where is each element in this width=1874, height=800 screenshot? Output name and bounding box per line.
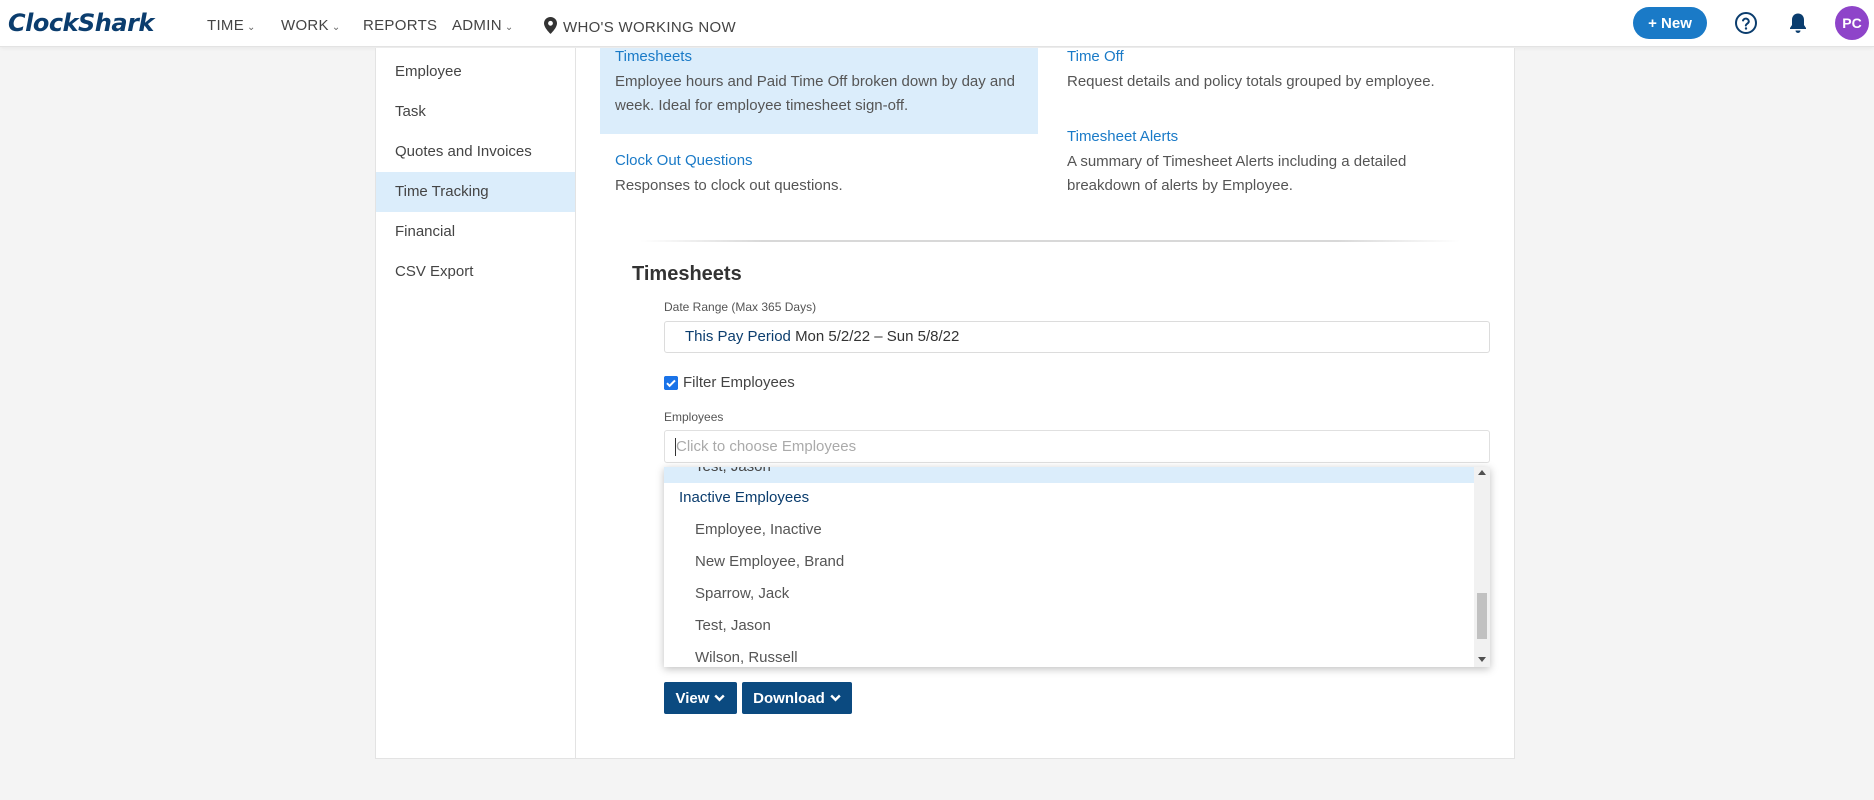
dropdown-group-inactive-employees: Inactive Employees — [679, 489, 810, 506]
report-desc-timesheet-alerts: A summary of Timesheet Alerts including … — [1067, 153, 1407, 194]
sidebar-item-quotes-and-invoices[interactable]: Quotes and Invoices — [376, 132, 575, 172]
nav-admin-label: ADMIN — [452, 17, 502, 34]
chevron-down-icon: ⌄ — [247, 22, 256, 33]
user-avatar[interactable]: PC — [1835, 6, 1869, 40]
date-period-name: This Pay Period — [685, 328, 791, 345]
view-button[interactable]: View — [664, 682, 737, 714]
dropdown-option[interactable]: Test, Jason — [695, 617, 771, 634]
nav-work-label: WORK — [281, 17, 329, 34]
top-navigation: ClockShark TIME ⌄ WORK ⌄ REPORTS ADMIN ⌄ WH… — [0, 0, 1874, 47]
filter-employees-label[interactable]: Filter Employees — [683, 374, 795, 391]
dropdown-option[interactable]: New Employee, Brand — [695, 553, 844, 570]
report-desc-time-off: Request details and policy totals groupe… — [1067, 73, 1435, 90]
chevron-down-icon: ⌄ — [504, 22, 514, 33]
nav-time-label: TIME — [207, 17, 245, 34]
download-button[interactable]: Download — [742, 682, 852, 714]
employees-label: Employees — [664, 410, 724, 424]
location-pin-icon — [544, 17, 557, 34]
sidebar-divider — [575, 48, 576, 759]
date-range-label: Date Range (Max 365 Days) — [664, 300, 817, 314]
notifications-bell-icon[interactable] — [1788, 12, 1808, 34]
download-button-label: Download — [753, 689, 825, 707]
dropdown-scrollbar[interactable] — [1474, 467, 1490, 667]
sidebar-item-employee[interactable]: Employee — [376, 52, 575, 92]
nav-reports-label: REPORTS — [363, 17, 438, 34]
nav-whos-working-label: WHO'S WORKING NOW — [563, 19, 736, 36]
report-title-clock-out-questions[interactable]: Clock Out Questions — [615, 152, 753, 169]
scrollbar-thumb[interactable] — [1477, 593, 1487, 639]
dropdown-option[interactable]: Sparrow, Jack — [695, 585, 789, 602]
section-divider — [640, 240, 1460, 242]
report-desc-timesheets: Employee hours and Paid Time Off broken … — [615, 73, 1015, 114]
dropdown-option-highlighted[interactable]: Test, Jason — [664, 467, 1474, 483]
nav-admin[interactable]: ADMIN ⌄ — [452, 17, 514, 34]
clockshark-logo[interactable]: ClockShark — [8, 9, 154, 37]
view-button-label: View — [675, 689, 710, 707]
chevron-down-icon — [714, 694, 726, 701]
help-icon[interactable] — [1734, 11, 1758, 35]
dropdown-option[interactable]: Wilson, Russell — [695, 649, 798, 666]
dropdown-option-highlighted-label: Test, Jason — [695, 467, 771, 475]
report-title-timesheets[interactable]: Timesheets — [615, 48, 692, 65]
nav-work[interactable]: WORK ⌄ — [281, 17, 341, 34]
sidebar-item-csv-export[interactable]: CSV Export — [376, 252, 575, 292]
filter-employees-checkbox[interactable] — [664, 376, 678, 390]
nav-time[interactable]: TIME ⌄ — [207, 17, 256, 34]
nav-reports[interactable]: REPORTS — [363, 17, 437, 34]
scroll-up-arrow-icon[interactable] — [1478, 470, 1486, 475]
employees-dropdown: Test, Jason Inactive Employees Employee,… — [664, 467, 1490, 667]
chevron-down-icon: ⌄ — [331, 22, 341, 33]
text-cursor — [675, 438, 676, 456]
sidebar-item-financial[interactable]: Financial — [376, 212, 575, 252]
report-title-timesheet-alerts[interactable]: Timesheet Alerts — [1067, 128, 1178, 145]
sidebar-item-time-tracking[interactable]: Time Tracking — [376, 172, 575, 212]
nav-whos-working-now[interactable]: WHO'S WORKING NOW — [544, 17, 736, 36]
dropdown-option[interactable]: Employee, Inactive — [695, 521, 822, 538]
new-button[interactable]: + New — [1633, 7, 1707, 39]
sidebar-item-task[interactable]: Task — [376, 92, 575, 132]
date-range-picker[interactable]: This Pay Period Mon 5/2/22 – Sun 5/8/22 — [664, 321, 1490, 353]
scroll-down-arrow-icon[interactable] — [1478, 657, 1486, 662]
report-desc-clock-out-questions: Responses to clock out questions. — [615, 177, 843, 194]
date-period-range: Mon 5/2/22 – Sun 5/8/22 — [795, 328, 960, 345]
form-section-title: Timesheets — [632, 263, 742, 285]
report-title-time-off[interactable]: Time Off — [1067, 48, 1124, 65]
chevron-down-icon — [830, 694, 841, 701]
employees-search-input[interactable] — [664, 430, 1490, 463]
